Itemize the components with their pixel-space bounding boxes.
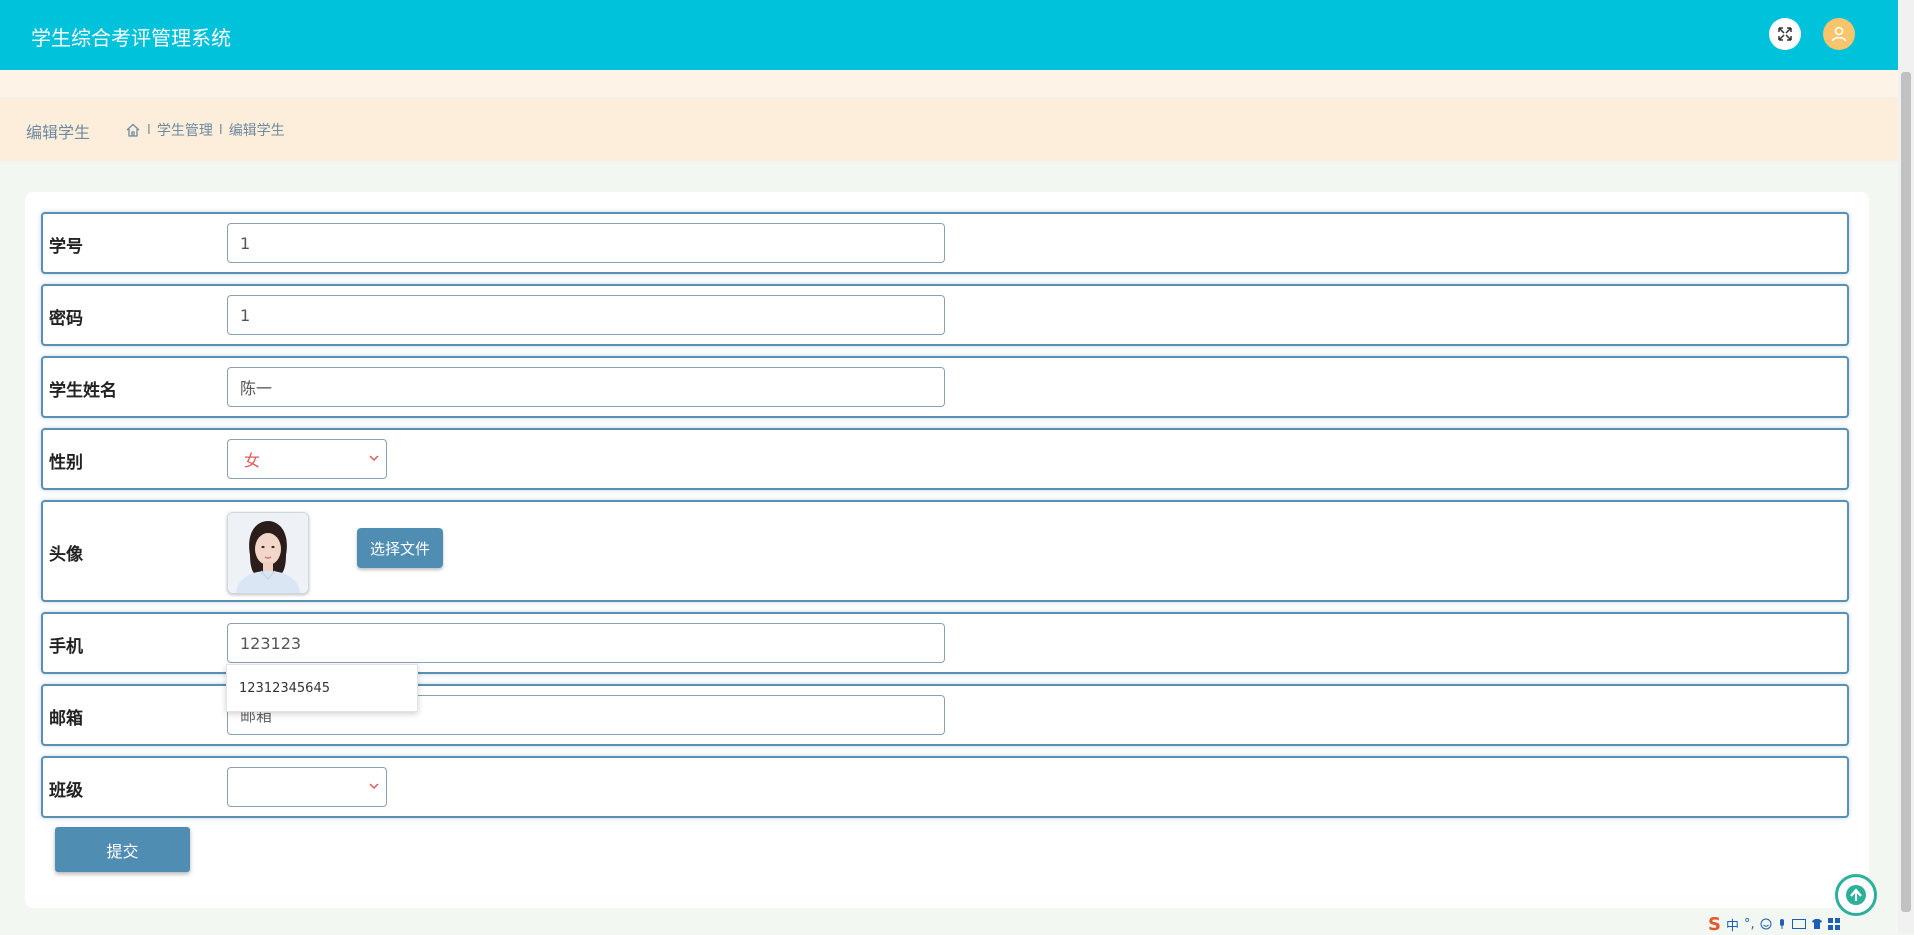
student-name-input[interactable]: [227, 367, 945, 407]
email-label: 邮箱: [49, 709, 83, 729]
chevron-down-icon: [369, 455, 379, 462]
gender-select-value: 女: [244, 451, 261, 470]
breadcrumb-item-student-management[interactable]: 学生管理: [157, 120, 213, 140]
form-row-password: 密码: [41, 284, 1849, 346]
ime-punct[interactable]: °,: [1744, 917, 1755, 932]
form-row-gender: 性别 女: [41, 428, 1849, 490]
autocomplete-suggestion[interactable]: 12312345645: [239, 681, 405, 696]
form-row-avatar: 头像 选择文件: [41, 500, 1849, 602]
top-header: 学生综合考评管理系统: [0, 0, 1898, 70]
choose-file-button[interactable]: 选择文件: [357, 528, 443, 568]
grid-menu-icon[interactable]: [1827, 918, 1840, 930]
header-strip: [0, 70, 1898, 96]
gender-select[interactable]: 女: [227, 439, 387, 479]
student-name-label: 学生姓名: [49, 381, 117, 401]
user-menu-button[interactable]: [1823, 18, 1855, 50]
form-row-name: 学生姓名: [41, 356, 1849, 418]
form-row-class: 班级: [41, 756, 1849, 818]
avatar-label: 头像: [49, 545, 83, 565]
breadcrumb-bar: 编辑学生 I 学生管理 I 编辑学生: [0, 97, 1898, 161]
password-label: 密码: [49, 309, 83, 329]
class-label: 班级: [49, 781, 83, 801]
back-to-top-button[interactable]: [1835, 874, 1877, 916]
breadcrumb-separator: I: [147, 122, 151, 138]
ime-mode[interactable]: 中: [1726, 915, 1739, 934]
submit-button[interactable]: 提交: [55, 827, 190, 872]
app-title: 学生综合考评管理系统: [31, 26, 231, 50]
emoji-icon[interactable]: [1760, 918, 1772, 930]
password-input[interactable]: [227, 295, 945, 335]
user-icon: [1831, 26, 1847, 42]
form-row-student-id: 学号: [41, 212, 1849, 274]
avatar-image: [228, 513, 308, 593]
avatar-preview: [227, 512, 309, 594]
keyboard-icon[interactable]: [1791, 919, 1806, 929]
skin-icon[interactable]: [1811, 918, 1823, 930]
scrollbar-thumb[interactable]: [1901, 72, 1911, 912]
microphone-icon[interactable]: [1777, 918, 1787, 930]
chevron-down-icon: [369, 783, 379, 790]
gender-label: 性别: [49, 453, 83, 473]
sogou-logo-icon: S: [1708, 913, 1721, 935]
ime-toolbar: S 中 °,: [1708, 913, 1898, 935]
arrow-up-icon: [1846, 885, 1866, 905]
student-id-input[interactable]: [227, 223, 945, 263]
phone-input[interactable]: [227, 623, 945, 663]
breadcrumb: I 学生管理 I 编辑学生: [125, 120, 285, 140]
phone-label: 手机: [49, 637, 83, 657]
student-id-label: 学号: [49, 237, 83, 257]
home-icon[interactable]: [125, 122, 141, 138]
form-card: 学号 密码 学生姓名 性别 女 头像: [25, 192, 1869, 908]
breadcrumb-separator: I: [218, 122, 223, 138]
breadcrumb-item-edit-student: 编辑学生: [228, 123, 285, 139]
expand-icon: [1778, 27, 1792, 41]
fullscreen-button[interactable]: [1769, 18, 1801, 50]
page-title: 编辑学生: [26, 123, 91, 142]
phone-autocomplete-dropdown: 12312345645: [226, 664, 418, 712]
class-select[interactable]: [227, 767, 387, 807]
